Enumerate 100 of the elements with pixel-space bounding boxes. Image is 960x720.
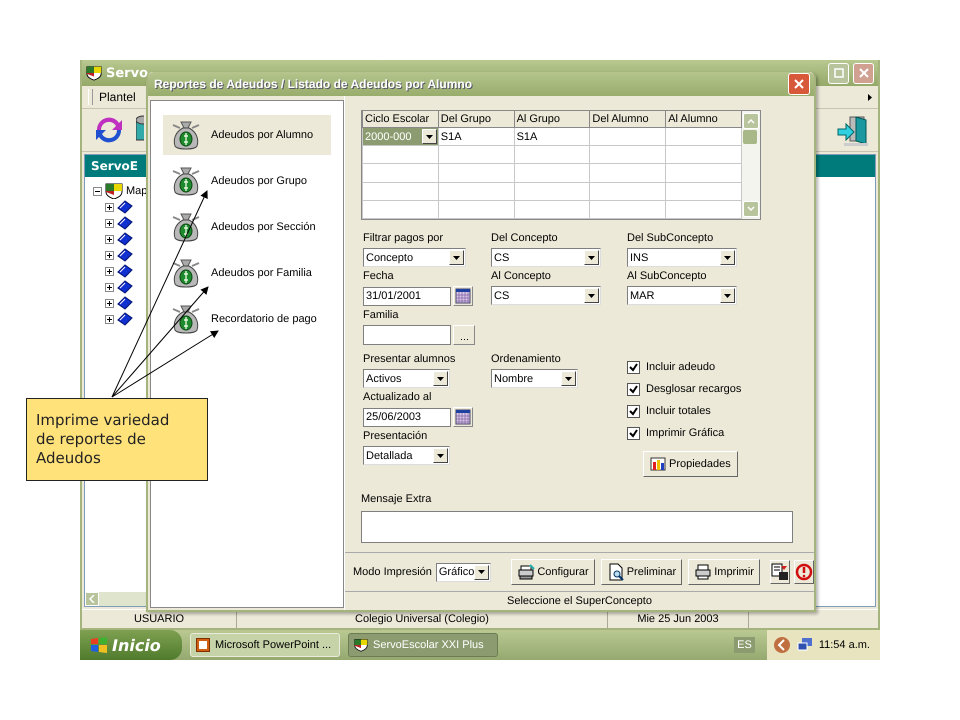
expand-icon[interactable] — [105, 282, 114, 292]
dropdown-field[interactable]: Activos — [363, 369, 450, 388]
calendar-button[interactable] — [453, 407, 473, 427]
export-button[interactable] — [770, 560, 790, 584]
printer-gear-icon — [517, 563, 536, 581]
report-item[interactable]: Adeudos por Sección — [163, 207, 331, 247]
caret-icon — [724, 256, 731, 260]
expand-icon[interactable] — [105, 234, 114, 244]
expand-icon[interactable] — [105, 218, 114, 228]
expand-icon[interactable] — [105, 250, 114, 260]
expand-tray-icon[interactable] — [772, 636, 791, 654]
expand-icon[interactable] — [105, 314, 114, 324]
input-field[interactable] — [363, 325, 451, 345]
table-cell[interactable]: S1A — [438, 128, 514, 146]
book-icon[interactable] — [117, 296, 133, 310]
column-header: Al Grupo — [514, 111, 590, 128]
book-icon[interactable] — [117, 312, 133, 326]
dropdown-field[interactable]: Nombre — [491, 369, 578, 388]
chevron-up-icon — [747, 118, 755, 124]
network-icon[interactable] — [796, 637, 813, 653]
dropdown-button[interactable] — [720, 250, 735, 265]
book-icon[interactable] — [117, 232, 133, 246]
expand-icon[interactable] — [105, 298, 114, 308]
toolbar-button[interactable]: Imprimir — [688, 559, 760, 585]
calendar-button[interactable] — [453, 286, 473, 306]
start-button[interactable]: Inicio — [80, 630, 182, 660]
alert-button[interactable] — [794, 560, 814, 584]
calendar-icon — [455, 288, 471, 304]
close-button[interactable] — [788, 73, 810, 95]
expand-icon[interactable] — [105, 266, 114, 276]
expand-icon[interactable] — [105, 202, 114, 212]
caret-icon — [724, 294, 731, 298]
dropdown-field[interactable]: CS — [491, 248, 601, 267]
dropdown-button[interactable] — [561, 371, 576, 386]
report-item[interactable]: Recordatorio de pago — [163, 299, 331, 339]
book-icon[interactable] — [117, 280, 133, 294]
toolbar-button[interactable]: Configurar — [511, 559, 595, 585]
field-label: Presentación — [363, 430, 428, 444]
caret-icon — [453, 256, 460, 260]
dropdown-button[interactable] — [584, 288, 599, 303]
dropdown-field[interactable]: CS — [491, 286, 601, 305]
date-field[interactable]: 31/01/2001 — [363, 286, 451, 306]
checkbox[interactable] — [627, 404, 640, 418]
menu-item[interactable]: Plantel — [99, 90, 136, 104]
clock: 11:54 a.m. — [818, 639, 870, 651]
caret-icon — [588, 294, 595, 298]
field-label: Presentar alumnos — [363, 353, 456, 367]
checkbox-label: Desglosar recargos — [646, 383, 742, 395]
chart-icon — [650, 457, 666, 471]
dropdown-button[interactable] — [474, 564, 490, 580]
book-icon[interactable] — [117, 200, 133, 214]
toolbar-button[interactable]: Preliminar — [600, 559, 682, 585]
report-item[interactable]: Adeudos por Alumno — [163, 115, 331, 155]
browse-button[interactable] — [453, 325, 475, 345]
book-icon[interactable] — [117, 264, 133, 278]
message-field[interactable] — [361, 511, 793, 543]
table-cell[interactable]: S1A — [514, 128, 590, 146]
field-label: Fecha — [363, 270, 395, 284]
checkbox[interactable] — [627, 426, 640, 440]
shield-icon — [105, 183, 123, 199]
dropdown-field[interactable]: MAR — [627, 286, 737, 305]
dropdown-field[interactable]: Gráfico — [436, 562, 492, 582]
caret-icon — [588, 256, 595, 260]
scroll-thumb[interactable] — [743, 130, 757, 144]
dropdown-field[interactable]: Concepto — [363, 248, 466, 267]
field-label: Filtrar pagos por — [363, 232, 444, 246]
column-header: Del Grupo — [438, 111, 514, 128]
checkbox-label: Incluir adeudo — [646, 361, 716, 373]
field-label: Del SubConcepto — [627, 232, 714, 246]
dropdown-field[interactable]: Detallada — [363, 446, 450, 465]
maximize-icon — [834, 68, 844, 78]
exclamation-icon — [794, 563, 813, 581]
checkbox[interactable] — [627, 360, 640, 374]
report-item[interactable]: Adeudos por Familia — [163, 253, 331, 293]
taskbar-button[interactable]: Microsoft PowerPoint ... — [190, 633, 340, 657]
book-icon[interactable] — [117, 216, 133, 230]
dropdown-field[interactable]: INS — [627, 248, 737, 267]
dropdown-button[interactable] — [449, 250, 464, 265]
column-header: Ciclo Escolar — [362, 111, 438, 128]
close-icon — [858, 68, 868, 78]
check-icon — [629, 406, 638, 416]
date-field[interactable]: 25/06/2003 — [363, 408, 451, 426]
dropdown-button[interactable] — [422, 129, 437, 144]
book-icon[interactable] — [117, 248, 133, 262]
dropdown-button[interactable] — [433, 371, 448, 386]
field-label: Al SubConcepto — [627, 270, 708, 284]
slides-app-icon — [196, 638, 210, 652]
dropdown-button[interactable] — [720, 288, 735, 303]
check-icon — [629, 384, 638, 394]
caret-icon — [426, 134, 433, 139]
properties-button[interactable]: Propiedades — [643, 451, 738, 477]
checkbox[interactable] — [627, 382, 640, 396]
collapse-icon[interactable] — [93, 186, 102, 196]
chevron-icon[interactable] — [868, 94, 872, 100]
dropdown-button[interactable] — [433, 448, 448, 463]
field-label: Modo Impresión — [353, 566, 432, 578]
shield-icon — [354, 638, 368, 652]
dialog-title: Reportes de Adeudos / Listado de Adeudos por Alumno — [154, 77, 474, 91]
dropdown-button[interactable] — [584, 250, 599, 265]
window-title: Servo — [106, 66, 148, 80]
